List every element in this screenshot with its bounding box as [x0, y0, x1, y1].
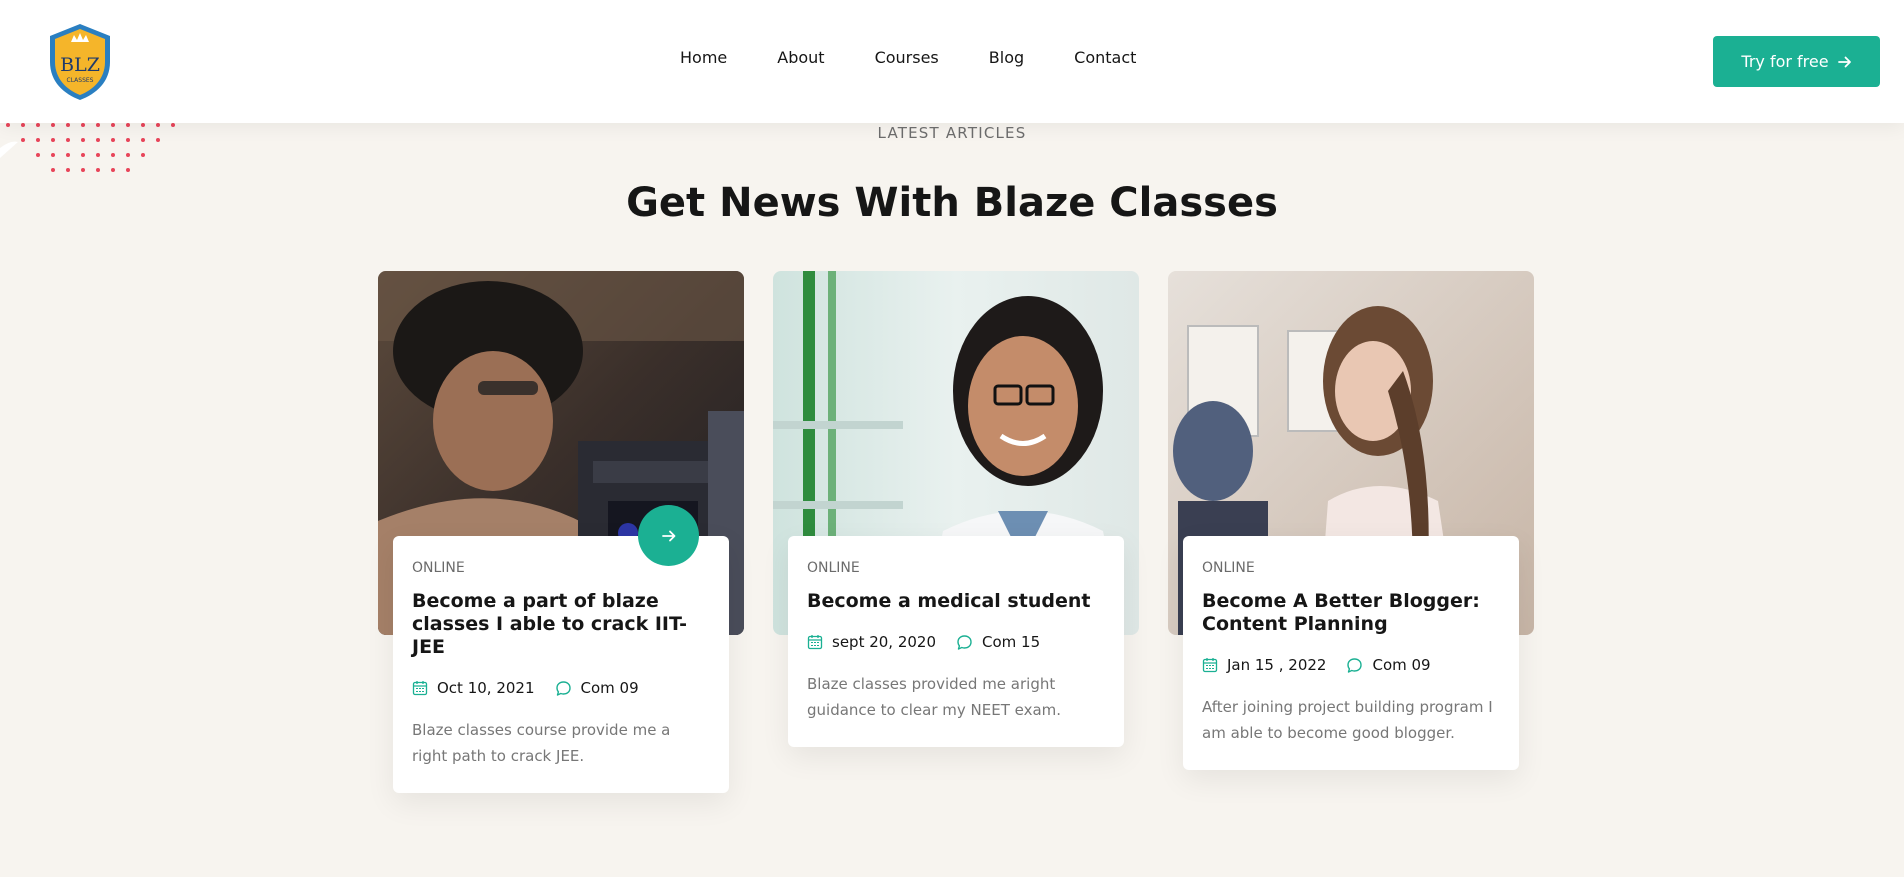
article-description: Blaze classes course provide me a right …	[412, 721, 671, 765]
article-meta: sept 20, 2020 Com 15	[807, 633, 1104, 651]
article-tag: ONLINE	[1202, 560, 1255, 576]
article-card-body: ONLINE Become A Better Blogger: Content …	[1183, 536, 1519, 770]
cta-label: Try for free	[1741, 52, 1829, 71]
arrow-right-icon	[661, 530, 675, 541]
article-comments: Com 15	[956, 633, 1040, 651]
article-title[interactable]: Become A Better Blogger: Content Plannin…	[1202, 590, 1499, 636]
article-date: Jan 15 , 2022	[1202, 656, 1326, 674]
logo-text: BLZ	[60, 54, 100, 76]
main-nav: Home About Courses Blog Contact	[680, 48, 1186, 67]
article-description: After joining project building program I…	[1202, 698, 1493, 742]
try-for-free-button[interactable]: Try for free	[1713, 36, 1880, 87]
article-comments-text: Com 15	[982, 633, 1041, 651]
article-date-text: Jan 15 , 2022	[1227, 656, 1327, 674]
calendar-icon	[412, 681, 428, 696]
article-card: ONLINE Become a part of blaze classes I …	[378, 271, 744, 793]
comment-icon	[1347, 657, 1363, 673]
article-title[interactable]: Become a medical student	[807, 590, 1104, 613]
article-card: ONLINE Become a medical student sept 20,…	[773, 271, 1139, 747]
article-description: Blaze classes provided me aright guidanc…	[807, 675, 1062, 719]
article-date: Oct 10, 2021	[412, 679, 535, 697]
article-card-body: ONLINE Become a part of blaze classes I …	[393, 536, 729, 793]
article-title[interactable]: Become a part of blaze classes I able to…	[412, 590, 709, 659]
article-date: sept 20, 2020	[807, 633, 936, 651]
article-card-body: ONLINE Become a medical student sept 20,…	[788, 536, 1124, 747]
nav-contact[interactable]: Contact	[1074, 48, 1136, 67]
article-tag: ONLINE	[807, 560, 860, 576]
nav-courses[interactable]: Courses	[875, 48, 939, 67]
calendar-icon	[1202, 658, 1218, 673]
section-eyebrow: LATEST ARTICLES	[877, 124, 1027, 142]
article-date-text: sept 20, 2020	[832, 633, 937, 651]
logo-subtext: CLASSES	[67, 77, 94, 84]
article-meta: Jan 15 , 2022 Com 09	[1202, 656, 1499, 674]
nav-blog[interactable]: Blog	[989, 48, 1024, 67]
article-comments-text: Com 09	[580, 679, 639, 697]
comment-icon	[957, 634, 972, 650]
read-more-button[interactable]	[638, 505, 699, 566]
article-comments-text: Com 09	[1372, 656, 1431, 674]
article-card: ONLINE Become A Better Blogger: Content …	[1168, 271, 1534, 770]
section-title: Get News With Blaze Classes	[626, 180, 1278, 226]
nav-about[interactable]: About	[777, 48, 824, 67]
nav-home[interactable]: Home	[680, 48, 727, 67]
article-date-text: Oct 10, 2021	[437, 679, 535, 697]
comment-icon	[555, 680, 571, 696]
arrow-right-icon	[1837, 56, 1851, 67]
article-comments: Com 09	[555, 679, 639, 697]
site-header: BLZ CLASSES Home About Courses Blog Cont…	[0, 0, 1904, 123]
article-meta: Oct 10, 2021 Com 09	[412, 679, 709, 697]
calendar-icon	[807, 635, 823, 650]
article-comments: Com 09	[1346, 656, 1431, 674]
blz-logo[interactable]: BLZ CLASSES	[46, 22, 114, 102]
